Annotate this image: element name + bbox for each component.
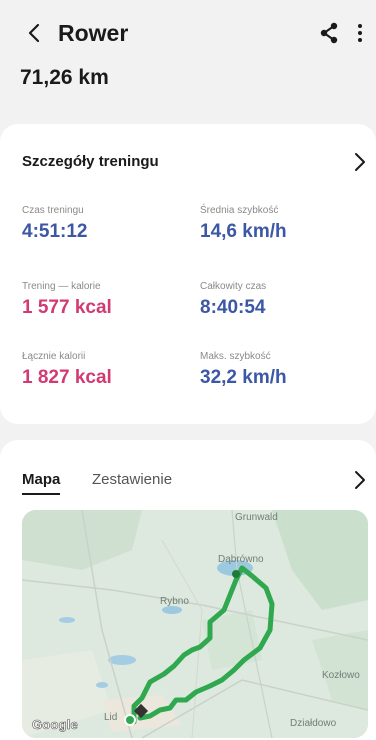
- route-map[interactable]: Grunwald Dąbrówno Rybno Kozłowo Działdow…: [22, 510, 368, 738]
- stat-workout-calories: Trening — kalorie 1 577 kcal: [22, 280, 112, 320]
- stat-value: 4:51:12: [22, 221, 88, 242]
- map-label-top: Grunwald: [235, 512, 278, 523]
- back-button[interactable]: [20, 18, 48, 48]
- distance-value: 71,26 km: [20, 66, 109, 89]
- details-title: Szczegóły treningu: [22, 153, 159, 170]
- map-open-button[interactable]: [350, 468, 370, 492]
- map-label-middle: Rybno: [160, 596, 189, 607]
- stat-value: 1 577 kcal: [22, 297, 112, 318]
- workout-details-card: Szczegóły treningu Czas treningu 4:51:12…: [0, 124, 376, 424]
- map-label-center: Dąbrówno: [218, 554, 264, 565]
- share-button[interactable]: [318, 21, 340, 45]
- tab-summary[interactable]: Zestawienie: [92, 470, 172, 490]
- stat-label: Maks. szybkość: [200, 351, 271, 362]
- stat-value: 14,6 km/h: [200, 221, 287, 242]
- stat-total-time: Całkowity czas 8:40:54: [200, 280, 266, 320]
- chevron-right-icon: [355, 471, 365, 489]
- stat-label: Czas treningu: [22, 205, 84, 216]
- stat-total-calories: Łącznie kalorii 1 827 kcal: [22, 350, 112, 390]
- more-options-button[interactable]: [352, 20, 368, 46]
- share-icon: [320, 22, 338, 44]
- tab-map[interactable]: Mapa: [22, 470, 61, 495]
- map-card: Mapa Zestawienie Grunwald Dąbrówno Rybno…: [0, 440, 376, 740]
- google-logo: Google: [32, 717, 78, 733]
- stat-workout-time: Czas treningu 4:51:12: [22, 204, 88, 244]
- stat-max-speed: Maks. szybkość 32,2 km/h: [200, 350, 287, 390]
- chevron-left-icon: [28, 23, 40, 43]
- stat-label: Łącznie kalorii: [22, 351, 86, 362]
- stat-value: 1 827 kcal: [22, 367, 112, 388]
- stat-value: 8:40:54: [200, 297, 266, 318]
- details-open-button[interactable]: [350, 150, 370, 174]
- stat-label: Trening — kalorie: [22, 281, 101, 292]
- workout-details-screen: Rower 71,26 km Szczegóły treningu Czas t…: [0, 0, 376, 740]
- stat-average-speed: Średnia szybkość 14,6 km/h: [200, 204, 287, 244]
- map-label-bottom-right: Działdowo: [290, 718, 337, 729]
- header: Rower 71,26 km: [0, 0, 376, 122]
- map-label-right: Kozłowo: [322, 670, 360, 681]
- stat-value: 32,2 km/h: [200, 367, 287, 388]
- stat-label: Średnia szybkość: [200, 205, 279, 216]
- map-label-bottom-left: Lid: [104, 712, 118, 723]
- page-title: Rower: [58, 20, 129, 46]
- chevron-right-icon: [355, 153, 365, 171]
- stat-label: Całkowity czas: [200, 281, 267, 292]
- route-path: [124, 565, 275, 726]
- more-vertical-icon: [358, 24, 362, 42]
